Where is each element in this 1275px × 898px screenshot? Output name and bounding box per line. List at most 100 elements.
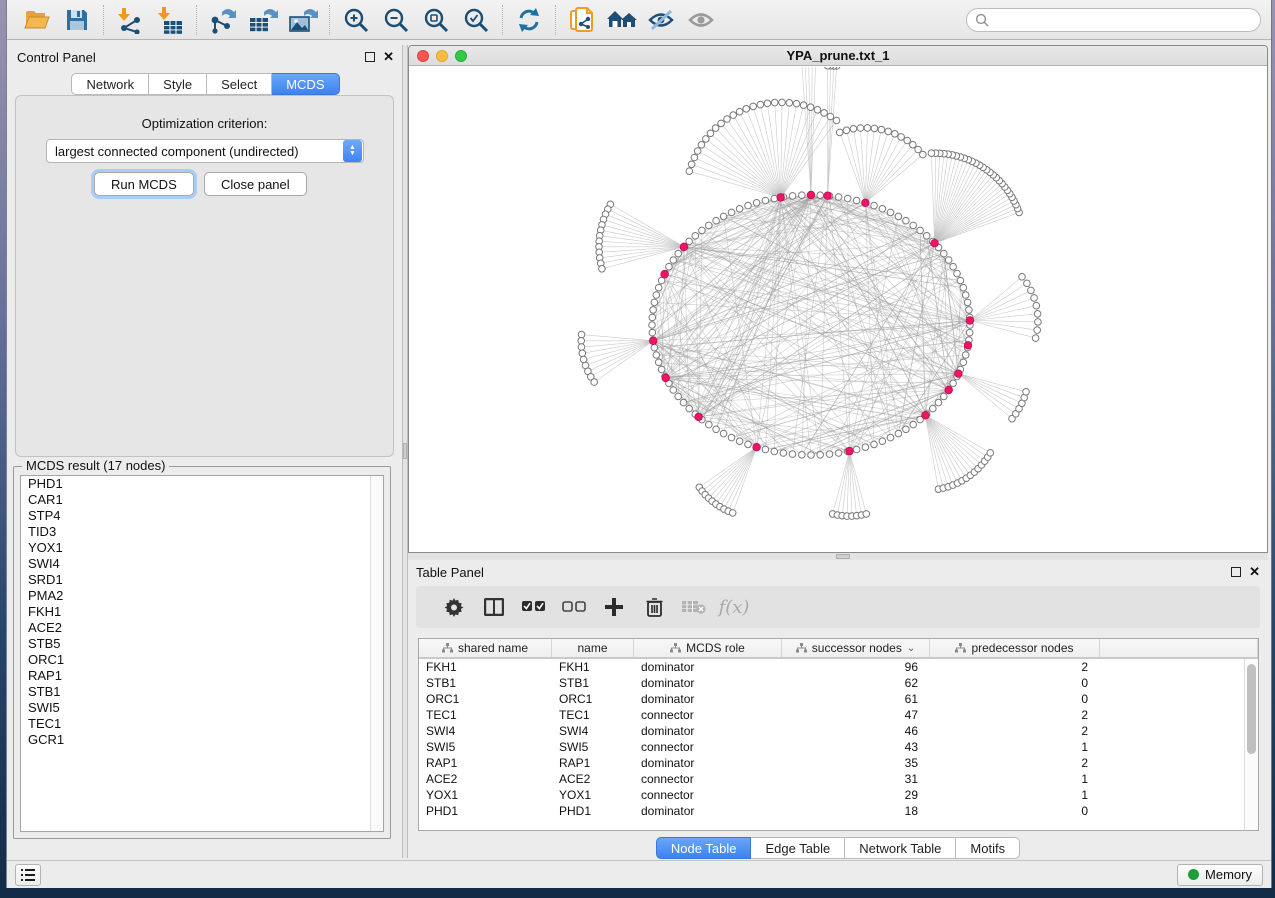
refresh-icon [515,6,543,34]
close-panel-button[interactable]: Close panel [204,172,307,196]
mcds-result-item[interactable]: ORC1 [21,652,383,668]
mcds-result-item[interactable]: FKH1 [21,604,383,620]
mcds-result-item[interactable]: CAR1 [21,492,383,508]
plus-icon [605,598,623,616]
table-row[interactable]: YOX1YOX1connector291 [419,787,1244,803]
mcds-result-item[interactable]: GCR1 [21,732,383,748]
show-all-button[interactable] [682,3,722,37]
mcds-result-item[interactable]: PMA2 [21,588,383,604]
close-panel-icon[interactable]: ✕ [1249,567,1260,577]
table-scrollbar[interactable] [1244,659,1258,830]
cell: FKH1 [419,659,552,675]
first-neighbors-button[interactable] [602,3,642,37]
export-image-button[interactable] [283,3,323,37]
float-panel-icon[interactable] [1231,567,1241,577]
table-row[interactable]: SWI4SWI4dominator462 [419,723,1244,739]
control-panel-header: Control Panel ✕ [9,45,402,69]
cell: RAP1 [552,755,634,771]
houses-icon [606,7,638,33]
column-header-name[interactable]: name [552,639,634,657]
show-columns-button[interactable] [474,590,514,624]
select-all-rows-button[interactable] [514,590,554,624]
table-row[interactable]: ACE2ACE2connector311 [419,771,1244,787]
table-row[interactable]: RAP1RAP1dominator352 [419,755,1244,771]
column-header-predecessor-nodes[interactable]: predecessor nodes [930,639,1100,657]
splitter-handle[interactable] [403,443,407,459]
table-row[interactable]: PHD1PHD1dominator180 [419,803,1244,819]
create-column-button[interactable] [594,590,634,624]
import-table-icon [156,6,184,34]
mcds-result-item[interactable]: PHD1 [21,476,383,492]
mcds-result-item[interactable]: YOX1 [21,540,383,556]
criterion-dropdown[interactable]: largest connected component (undirected)… [46,139,364,163]
column-header-successor-nodes[interactable]: successor nodes⌄ [782,639,930,657]
cell: PHD1 [419,803,552,819]
table-settings-button[interactable] [434,590,474,624]
deselect-all-rows-button[interactable] [554,590,594,624]
hide-selected-button[interactable] [642,3,682,37]
table-row[interactable]: STB1STB1dominator620 [419,675,1244,691]
clone-network-button[interactable] [562,3,602,37]
run-mcds-button[interactable]: Run MCDS [94,172,194,196]
memory-button[interactable]: Memory [1177,864,1263,886]
mcds-result-list[interactable]: PHD1CAR1STP4TID3YOX1SWI4SRD1PMA2FKH1ACE2… [20,475,384,832]
column-label: MCDS role [686,641,745,655]
mcds-result-item[interactable]: SRD1 [21,572,383,588]
zoom-selected-button[interactable] [456,3,496,37]
import-table-button[interactable] [150,3,190,37]
tab-mcds[interactable]: MCDS [272,73,339,95]
mcds-result-item[interactable]: SWI5 [21,700,383,716]
tab-style[interactable]: Style [149,73,207,95]
tab-motifs[interactable]: Motifs [956,837,1020,859]
table-tabs: Node TableEdge TableNetwork TableMotifs [408,837,1268,859]
column-header-shared-name[interactable]: shared name [419,639,552,657]
column-label: shared name [458,641,528,655]
scrollbar-thumb[interactable] [1247,664,1256,754]
mcds-list-scrollbar[interactable] [370,476,383,831]
cell: YOX1 [552,787,634,803]
zoom-selected-icon [462,6,490,34]
delete-column-button[interactable] [634,590,674,624]
cell: 18 [782,803,930,819]
cell: 0 [930,675,1100,691]
table-row[interactable]: SWI5SWI5connector431 [419,739,1244,755]
close-panel-icon[interactable]: ✕ [383,52,394,62]
network-graph[interactable] [409,67,1267,553]
table-row[interactable]: ORC1ORC1dominator610 [419,691,1244,707]
tab-select[interactable]: Select [207,73,272,95]
mcds-result-item[interactable]: ACE2 [21,620,383,636]
zoom-in-button[interactable] [336,3,376,37]
save-session-button[interactable] [57,3,97,37]
mcds-result-item[interactable]: STB5 [21,636,383,652]
horizontal-splitter[interactable] [408,553,1268,560]
search-input[interactable] [966,8,1261,32]
open-session-button[interactable] [17,3,57,37]
task-history-button[interactable] [15,864,41,886]
import-network-button[interactable] [110,3,150,37]
cell: TEC1 [552,707,634,723]
mcds-result-item[interactable]: TID3 [21,524,383,540]
tab-network[interactable]: Network [71,73,149,95]
tab-edge-table[interactable]: Edge Table [751,837,845,859]
export-network-button[interactable] [203,3,243,37]
mcds-result-item[interactable]: SWI4 [21,556,383,572]
zoom-fit-button[interactable] [416,3,456,37]
function-builder-button: f(x) [714,590,754,624]
zoom-out-button[interactable] [376,3,416,37]
export-table-button[interactable] [243,3,283,37]
splitter-handle[interactable] [836,554,850,559]
cell: TEC1 [419,707,552,723]
float-panel-icon[interactable] [365,52,375,62]
apply-layout-button[interactable] [509,3,549,37]
mcds-result-item[interactable]: STB1 [21,684,383,700]
table-row[interactable]: TEC1TEC1connector472 [419,707,1244,723]
mcds-result-item[interactable]: TEC1 [21,716,383,732]
mcds-result-item[interactable]: STP4 [21,508,383,524]
table-row[interactable]: FKH1FKH1dominator962 [419,659,1244,675]
tab-network-table[interactable]: Network Table [845,837,956,859]
network-canvas[interactable] [409,67,1267,552]
import-network-icon [116,6,144,34]
mcds-result-item[interactable]: RAP1 [21,668,383,684]
column-header-MCDS-role[interactable]: MCDS role [634,639,782,657]
tab-node-table[interactable]: Node Table [656,837,752,859]
